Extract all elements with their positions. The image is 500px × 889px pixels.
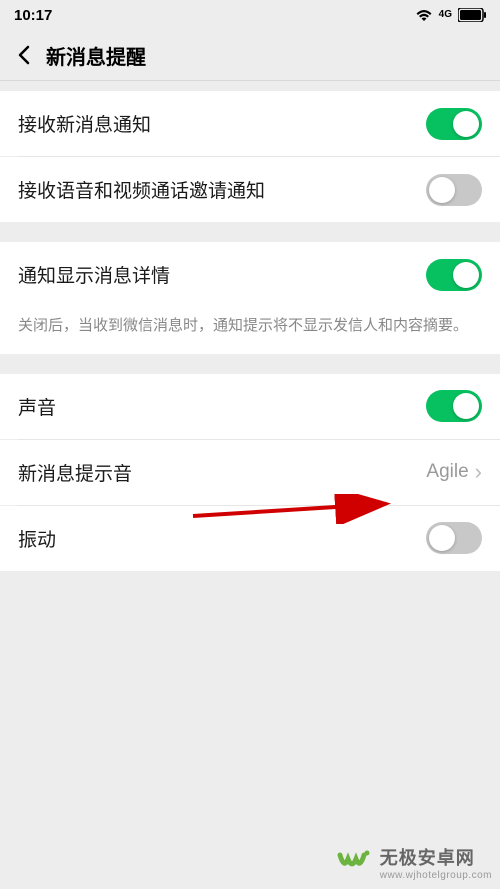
status-time: 10:17: [14, 7, 52, 24]
watermark-url: www.wjhotelgroup.com: [380, 870, 492, 881]
section-gap: [0, 81, 500, 91]
wifi-icon: [415, 8, 433, 22]
row-show-detail: 通知显示消息详情: [0, 242, 500, 307]
row-label: 接收语音和视频通话邀请通知: [18, 176, 426, 203]
chevron-right-icon: ›: [475, 459, 482, 485]
toggle-sound[interactable]: [426, 390, 482, 422]
watermark: 无极安卓网 www.wjhotelgroup.com: [336, 844, 492, 881]
watermark-brand: 无极安卓网: [380, 844, 492, 870]
row-desc-show-detail: 关闭后，当收到微信消息时，通知提示将不显示发信人和内容摘要。: [0, 307, 500, 354]
status-bar: 10:17 4G: [0, 0, 500, 30]
row-receive-new-messages: 接收新消息通知: [0, 91, 500, 156]
row-sound: 声音: [0, 374, 500, 439]
chevron-left-icon: [18, 45, 30, 65]
nav-bar: 新消息提醒: [0, 30, 500, 80]
watermark-logo-icon: [336, 845, 372, 881]
row-value: Agile: [426, 461, 468, 483]
battery-icon: [458, 8, 486, 22]
toggle-receive-new[interactable]: [426, 108, 482, 140]
section-gap: [0, 354, 500, 374]
row-label: 通知显示消息详情: [18, 261, 426, 288]
page-title: 新消息提醒: [46, 41, 146, 70]
row-label: 接收新消息通知: [18, 110, 426, 137]
row-label: 新消息提示音: [18, 459, 426, 486]
toggle-vibrate[interactable]: [426, 522, 482, 554]
cellular-icon: 4G: [439, 10, 452, 20]
row-receive-call: 接收语音和视频通话邀请通知: [0, 157, 500, 222]
row-label: 声音: [18, 393, 426, 420]
status-icons: 4G: [415, 8, 486, 22]
row-vibrate: 振动: [0, 506, 500, 571]
back-button[interactable]: [12, 43, 36, 67]
row-label: 振动: [18, 525, 426, 552]
toggle-show-detail[interactable]: [426, 259, 482, 291]
row-sound-tone[interactable]: 新消息提示音 Agile ›: [0, 440, 500, 505]
section-gap: [0, 222, 500, 242]
toggle-receive-call[interactable]: [426, 174, 482, 206]
